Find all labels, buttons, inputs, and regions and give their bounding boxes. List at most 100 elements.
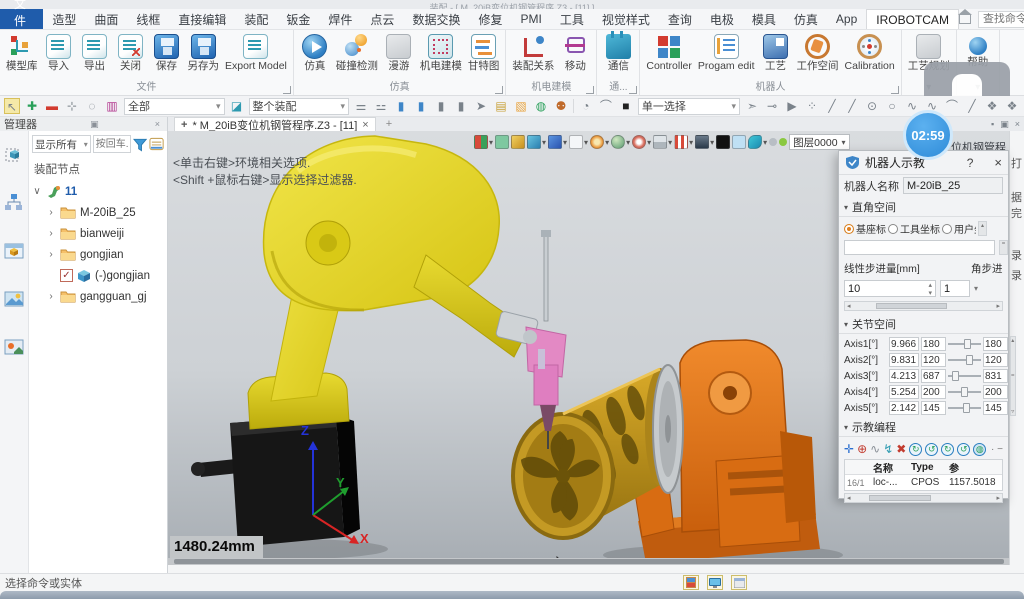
- dialog-vscrollbar[interactable]: ▴: [978, 221, 987, 236]
- controller-button[interactable]: Controller: [643, 32, 695, 74]
- arc-icon[interactable]: ⌒: [944, 98, 960, 114]
- base-frame-radio[interactable]: [844, 224, 854, 234]
- expand-caret-icon[interactable]: ›: [46, 228, 56, 239]
- light-on-icon[interactable]: [779, 138, 787, 146]
- solid-view[interactable]: ▾: [548, 135, 567, 149]
- command-search-input[interactable]: [983, 13, 1024, 25]
- new-tab-button[interactable]: +: [386, 118, 392, 130]
- pick-arrow-icon[interactable]: ➤: [473, 98, 489, 114]
- menu-inquire[interactable]: 查询: [659, 9, 701, 29]
- rotate-ccw-icon[interactable]: ↺: [925, 443, 938, 456]
- viewport-hscrollbar[interactable]: [168, 558, 1024, 565]
- remove-icon[interactable]: ▬: [44, 98, 60, 114]
- circle-center-icon[interactable]: ⊙: [864, 98, 880, 114]
- section-cartesian-space[interactable]: ▾ 直角空间: [839, 196, 1008, 217]
- home-icon[interactable]: [959, 15, 971, 24]
- part-browser-icon[interactable]: [683, 575, 699, 590]
- menu-electrode[interactable]: 电极: [701, 9, 743, 29]
- face2-icon[interactable]: ❖: [1004, 98, 1020, 114]
- section-teach-programming[interactable]: ▾ 示教编程: [839, 416, 1008, 437]
- communication-button[interactable]: 通信: [600, 32, 636, 74]
- background-color[interactable]: [716, 135, 730, 149]
- axis3-min-field[interactable]: 687: [921, 369, 946, 383]
- tree-row[interactable]: › M-20iB_25: [32, 202, 164, 223]
- layer-box-icon[interactable]: [4, 241, 24, 261]
- jog-move-icon[interactable]: ✛: [844, 442, 854, 456]
- assembly-cube-icon[interactable]: ◪: [229, 98, 245, 114]
- group-expander-icon[interactable]: [891, 86, 899, 94]
- perspective-tool[interactable]: ▾: [611, 135, 630, 149]
- axis3-value-field[interactable]: 4.213: [889, 369, 919, 383]
- tree-row[interactable]: › gongjian: [32, 244, 164, 265]
- mdi-close-icon[interactable]: ×: [1015, 119, 1020, 130]
- hierarchy-icon[interactable]: [4, 193, 24, 213]
- section-tool[interactable]: ▾: [674, 135, 693, 149]
- path-curve-icon[interactable]: ∿: [870, 442, 880, 456]
- walkthrough-button[interactable]: 漫游: [381, 32, 417, 74]
- angle-step-input[interactable]: 1: [940, 280, 970, 297]
- expand-caret-icon[interactable]: ›: [46, 249, 56, 260]
- dialog-help-icon[interactable]: ?: [967, 156, 974, 170]
- save-button[interactable]: 保存: [149, 32, 185, 74]
- expand-caret-icon[interactable]: ›: [46, 207, 56, 218]
- menu-app[interactable]: App: [827, 9, 866, 29]
- people-icon[interactable]: ⚉: [553, 98, 569, 114]
- expand-caret-icon[interactable]: ›: [46, 291, 56, 302]
- menu-direct-edit[interactable]: 直接编辑: [169, 9, 235, 29]
- gantt-button[interactable]: 甘特图: [465, 32, 503, 74]
- tree-row[interactable]: › bianweiji: [32, 223, 164, 244]
- viewport-split[interactable]: ▾: [653, 135, 672, 149]
- menu-pointcloud[interactable]: 点云: [361, 9, 403, 29]
- menu-visual-style[interactable]: 视觉样式: [593, 9, 659, 29]
- select-cursor-icon[interactable]: ↖: [4, 98, 20, 114]
- axis5-value-field[interactable]: 2.142: [889, 401, 919, 415]
- axis4-slider[interactable]: [948, 385, 981, 399]
- axis1-value-field[interactable]: 9.966: [889, 337, 919, 351]
- menu-surface[interactable]: 曲面: [85, 9, 127, 29]
- slash-icon[interactable]: ╱: [964, 98, 980, 114]
- delete-point-icon[interactable]: ✖: [896, 442, 906, 456]
- replay-icon[interactable]: ↺: [957, 443, 970, 456]
- import-button[interactable]: 导入: [41, 32, 77, 74]
- column-gray-icon[interactable]: ▮: [453, 98, 469, 114]
- menu-shape[interactable]: 造型: [43, 9, 85, 29]
- show-all-dropdown[interactable]: 显示所有▾: [32, 135, 91, 153]
- axis4-min-field[interactable]: 200: [921, 385, 946, 399]
- link-chain-icon[interactable]: ⚌: [353, 98, 369, 114]
- globe-icon[interactable]: ◍: [533, 98, 549, 114]
- joint-vscrollbar[interactable]: ▴=▿: [1010, 336, 1016, 416]
- visibility-checkbox[interactable]: ✓: [60, 269, 73, 282]
- shaded-view[interactable]: ▾: [527, 135, 546, 149]
- lasso-icon[interactable]: ◌: [84, 98, 100, 114]
- menu-mold[interactable]: 模具: [743, 9, 785, 29]
- layer-dropdown[interactable]: 图层0000 ▾: [789, 134, 849, 150]
- align-tool[interactable]: ▾: [474, 135, 493, 149]
- tree-row-root[interactable]: ∨ 11: [32, 181, 164, 202]
- points-icon[interactable]: ⁘: [804, 98, 820, 114]
- menu-data-exchange[interactable]: 数据交换: [403, 9, 469, 29]
- menu-wireframe[interactable]: 线框: [127, 9, 169, 29]
- axis2-slider[interactable]: [948, 353, 981, 367]
- funnel-filter-icon[interactable]: [133, 137, 147, 152]
- pin-icon[interactable]: ⊸: [764, 98, 780, 114]
- dialog-vscrollbar-thumb[interactable]: =: [999, 240, 1008, 255]
- render-icon[interactable]: [4, 337, 24, 357]
- window-layout-icon[interactable]: [731, 575, 747, 590]
- rotate-cw-icon[interactable]: ↻: [909, 443, 922, 456]
- menu-file[interactable]: 文件(F): [0, 9, 43, 29]
- menu-irobotcam[interactable]: IROBOTCAM: [866, 9, 959, 29]
- menu-repair[interactable]: 修复: [469, 9, 511, 29]
- mdi-minimize-icon[interactable]: ▪: [991, 119, 994, 130]
- selection-mode-dropdown[interactable]: 单一选择▾: [638, 98, 740, 115]
- process-button[interactable]: 工艺: [758, 32, 794, 74]
- calibration-button[interactable]: Calibration: [842, 32, 898, 74]
- group-expander-icon[interactable]: [283, 86, 291, 94]
- folder-gold-icon[interactable]: ▧: [513, 98, 529, 114]
- tool-frame-radio[interactable]: [888, 224, 898, 234]
- simulate-button[interactable]: 仿真: [297, 32, 333, 74]
- command-search[interactable]: [978, 11, 1024, 28]
- move-select-icon[interactable]: ⊹: [64, 98, 80, 114]
- play-small-icon[interactable]: ▶: [784, 98, 800, 114]
- tree-row-component[interactable]: ✓ (-)gongjian: [32, 265, 164, 286]
- history-icon[interactable]: ◔: [578, 98, 594, 114]
